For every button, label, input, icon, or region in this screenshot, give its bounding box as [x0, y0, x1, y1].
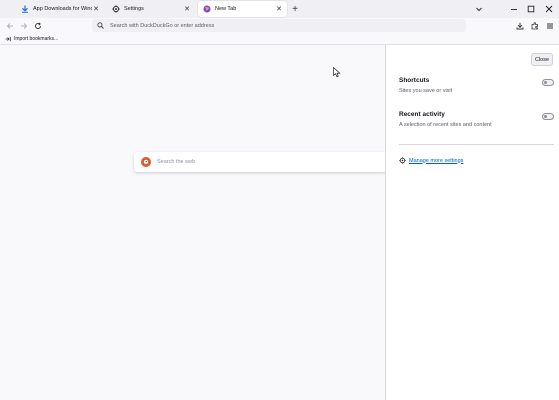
tab-new-tab[interactable]: New Tab ✕ — [198, 1, 287, 17]
customize-panel: Close Shortcuts Sites you save or visit … — [385, 45, 559, 400]
recent-activity-title: Recent activity — [399, 111, 445, 118]
shortcuts-description: Sites you save or visit — [399, 88, 453, 94]
tab-settings[interactable]: Settings ✕ — [107, 1, 195, 17]
tab-app-downloads[interactable]: App Downloads for Windows ✕ — [16, 1, 104, 17]
shortcuts-setting: Shortcuts Sites you save or visit — [399, 77, 554, 94]
gear-icon — [399, 157, 406, 164]
search-icon — [96, 22, 104, 30]
close-tab-icon[interactable]: ✕ — [92, 5, 100, 13]
tab-label: App Downloads for Windows — [33, 6, 92, 12]
gear-icon — [111, 5, 120, 14]
new-tab-page: Search the web Close Shortcuts Sites you… — [0, 45, 559, 400]
recent-activity-toggle[interactable] — [542, 113, 554, 120]
manage-settings-label: Manage more settings — [409, 157, 464, 164]
menu-icon[interactable] — [545, 21, 555, 31]
download-arrow-icon — [20, 5, 29, 14]
downloads-icon[interactable] — [515, 21, 525, 31]
extensions-icon[interactable] — [530, 21, 540, 31]
reload-icon[interactable] — [33, 21, 43, 31]
maximize-icon[interactable] — [525, 3, 537, 15]
tab-strip: App Downloads for Windows ✕ Settings ✕ N… — [0, 0, 559, 18]
new-tab-button[interactable]: + — [290, 4, 300, 15]
search-placeholder: Search the web — [157, 159, 196, 165]
firefox-icon — [202, 5, 211, 14]
web-search-box[interactable]: Search the web — [134, 152, 386, 172]
bookmarks-toolbar: Import bookmarks... — [0, 34, 559, 45]
tab-label: Settings — [124, 6, 144, 12]
forward-arrow-icon[interactable] — [19, 21, 29, 31]
recent-activity-description: A selection of recent sites and content — [399, 122, 492, 128]
url-bar[interactable]: Search with DuckDuckGo or enter address — [92, 19, 466, 32]
back-arrow-icon[interactable] — [5, 21, 15, 31]
minimize-icon[interactable] — [508, 3, 520, 15]
recent-activity-setting: Recent activity A selection of recent si… — [399, 111, 554, 128]
import-bookmarks-label: Import bookmarks... — [14, 36, 59, 42]
shortcuts-title: Shortcuts — [399, 77, 430, 84]
close-panel-button[interactable]: Close — [531, 53, 553, 66]
manage-settings-link[interactable]: Manage more settings — [399, 157, 463, 164]
mouse-pointer-icon — [333, 66, 341, 78]
import-icon — [5, 36, 11, 42]
tab-label: New Tab — [215, 6, 237, 12]
close-tab-icon[interactable]: ✕ — [275, 5, 283, 13]
close-window-icon[interactable] — [543, 3, 555, 15]
nav-bar: Search with DuckDuckGo or enter address — [0, 18, 559, 34]
shortcuts-toggle[interactable] — [542, 79, 554, 86]
duckduckgo-icon — [141, 157, 151, 167]
close-tab-icon[interactable]: ✕ — [183, 5, 191, 13]
list-all-tabs-icon[interactable] — [473, 3, 485, 15]
panel-divider — [399, 144, 554, 145]
import-bookmarks-button[interactable]: Import bookmarks... — [5, 36, 58, 42]
url-placeholder: Search with DuckDuckGo or enter address — [110, 22, 215, 29]
